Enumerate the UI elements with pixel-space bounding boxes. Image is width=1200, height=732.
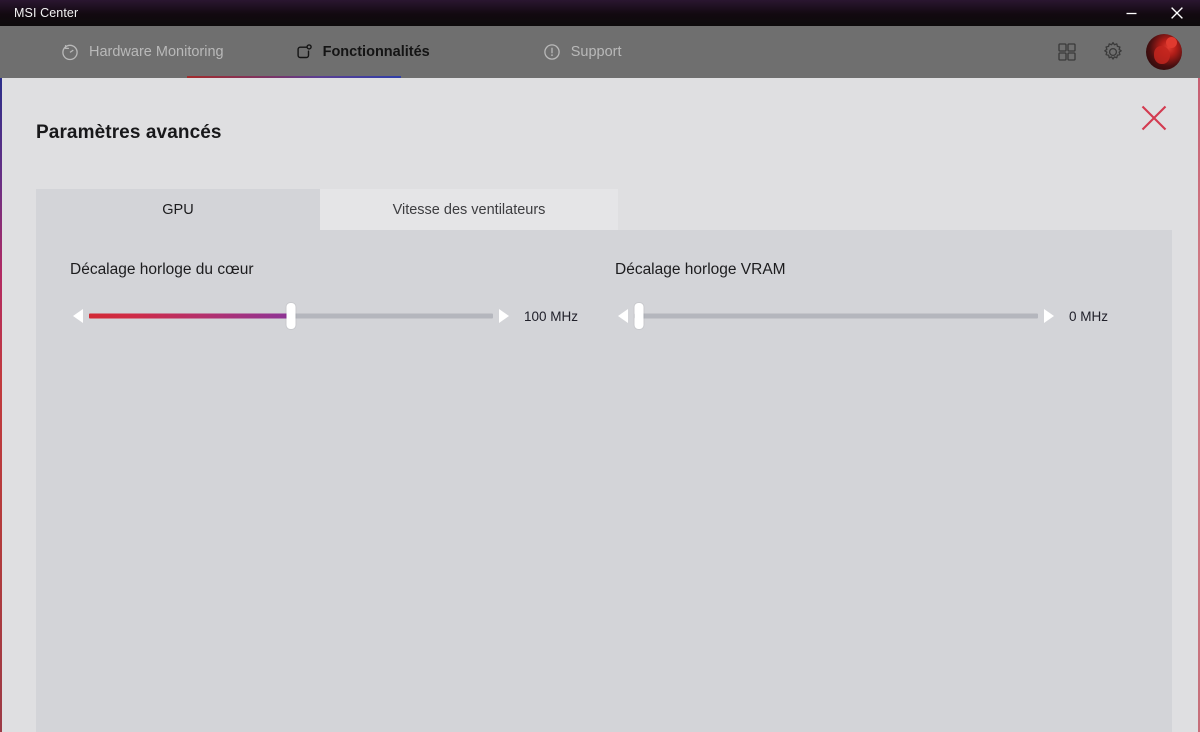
settings-tabstrip: GPU Vitesse des ventilateurs <box>36 189 1172 230</box>
close-window-button[interactable] <box>1154 0 1200 26</box>
caret-left-icon[interactable] <box>70 302 86 330</box>
vram-clock-track <box>634 313 1038 319</box>
nav-label-hardware-monitoring: Hardware Monitoring <box>89 44 224 60</box>
msi-center-window: MSI Center Hardware Monitoring Fonctionn… <box>0 0 1200 732</box>
vram-clock-offset-group: Décalage horloge VRAM 0 MHz <box>615 261 1135 330</box>
close-panel-button[interactable] <box>1134 98 1174 138</box>
minimize-button[interactable] <box>1108 0 1154 26</box>
nav-label-support: Support <box>570 44 622 60</box>
nav-item-hardware-monitoring[interactable]: Hardware Monitoring <box>60 26 224 78</box>
tab-fan-speed[interactable]: Vitesse des ventilateurs <box>320 189 618 230</box>
tab-fan-speed-label: Vitesse des ventilateurs <box>392 201 546 218</box>
caret-left-icon[interactable] <box>615 302 631 330</box>
vram-clock-offset-slider[interactable] <box>634 302 1038 330</box>
page-title: Paramètres avancés <box>36 122 222 143</box>
core-clock-offset-slider[interactable] <box>89 302 493 330</box>
left-edge-accent <box>0 78 2 732</box>
vram-clock-offset-value: 0 MHz <box>1069 308 1109 324</box>
nav-label-fonctionnalites: Fonctionnalités <box>322 44 430 60</box>
gauge-icon <box>60 42 80 62</box>
feature-square-icon <box>294 42 314 62</box>
user-avatar[interactable] <box>1146 34 1182 70</box>
caret-right-icon[interactable] <box>1041 302 1057 330</box>
vram-clock-thumb[interactable] <box>634 303 644 329</box>
gpu-settings-panel: Décalage horloge du cœur 100 MHz Décalag… <box>36 230 1172 732</box>
nav-item-fonctionnalites[interactable]: Fonctionnalités <box>186 26 430 78</box>
core-clock-offset-group: Décalage horloge du cœur 100 MHz <box>70 261 590 330</box>
main-navbar: Hardware Monitoring Fonctionnalités Supp <box>0 26 1200 78</box>
navbar-actions <box>1044 29 1200 75</box>
exclamation-circle-icon <box>542 42 562 62</box>
advanced-settings-page: Paramètres avancés GPU Vitesse des venti… <box>2 78 1198 732</box>
grid-apps-icon[interactable] <box>1044 29 1090 75</box>
tab-gpu-label: GPU <box>162 201 194 218</box>
window-title: MSI Center <box>14 6 79 20</box>
vram-clock-offset-label: Décalage horloge VRAM <box>615 261 786 278</box>
nav-item-support[interactable]: Support <box>542 26 622 78</box>
vram-clock-offset-row: 0 MHz <box>615 302 1135 330</box>
core-clock-offset-label: Décalage horloge du cœur <box>70 261 254 278</box>
core-clock-thumb[interactable] <box>286 303 296 329</box>
core-clock-offset-row: 100 MHz <box>70 302 590 330</box>
core-clock-track-fill <box>89 313 291 319</box>
window-titlebar: MSI Center <box>0 0 1200 26</box>
core-clock-offset-value: 100 MHz <box>524 308 579 324</box>
caret-right-icon[interactable] <box>496 302 512 330</box>
gear-icon[interactable] <box>1090 29 1136 75</box>
tab-gpu[interactable]: GPU <box>36 189 320 230</box>
